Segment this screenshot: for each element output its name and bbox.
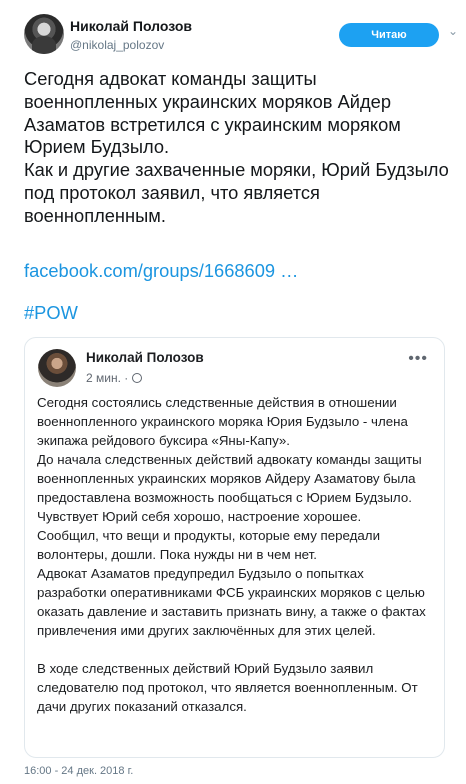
- embed-author-avatar: [38, 349, 76, 387]
- embed-paragraph: Сообщил, что вещи и продукты, которые ем…: [37, 528, 380, 562]
- embed-post-body: Сегодня состоялись следственные действия…: [37, 393, 435, 716]
- tweet-text: Сегодня адвокат команды защиты военнопле…: [24, 68, 449, 228]
- embed-author-name: Николай Полозов: [86, 350, 204, 365]
- embed-paragraph: Чувствует Юрий себя хорошо, настроение х…: [37, 509, 362, 524]
- tweet-text-line: Сегодня адвокат команды защиты военнопле…: [24, 68, 401, 158]
- embed-post-time: 2 мин. ·: [86, 371, 143, 385]
- tweet-text-line: Как и другие захваченные моряки, Юрий Бу…: [24, 159, 449, 226]
- author-handle[interactable]: @nikolaj_polozov: [70, 38, 164, 52]
- globe-icon: [132, 373, 143, 383]
- chevron-down-icon[interactable]: ⌄: [448, 24, 458, 38]
- embed-paragraph: Адвокат Азаматов предупредил Будзыло о п…: [37, 566, 426, 638]
- more-options-icon: •••: [408, 350, 428, 367]
- embed-paragraph: Сегодня состоялись следственные действия…: [37, 395, 408, 448]
- embedded-post-card[interactable]: Николай Полозов 2 мин. · ••• Сегодня сос…: [24, 337, 445, 758]
- embed-time-text: 2 мин. ·: [86, 371, 129, 385]
- embed-paragraph: До начала следственных действий адвокату…: [37, 452, 422, 505]
- following-button[interactable]: Читаю: [339, 23, 439, 47]
- embed-paragraph: В ходе следственных действий Юрий Будзыл…: [37, 661, 418, 714]
- tweet-header: Николай Полозов @nikolaj_polozov Читаю ⌄: [24, 14, 458, 58]
- hashtag-link[interactable]: #POW: [24, 302, 78, 324]
- facebook-link[interactable]: facebook.com/groups/1668609 …: [24, 260, 298, 282]
- author-name[interactable]: Николай Полозов: [70, 18, 192, 34]
- tweet-timestamp[interactable]: 16:00 - 24 дек. 2018 г.: [24, 765, 133, 777]
- author-avatar[interactable]: [24, 14, 64, 54]
